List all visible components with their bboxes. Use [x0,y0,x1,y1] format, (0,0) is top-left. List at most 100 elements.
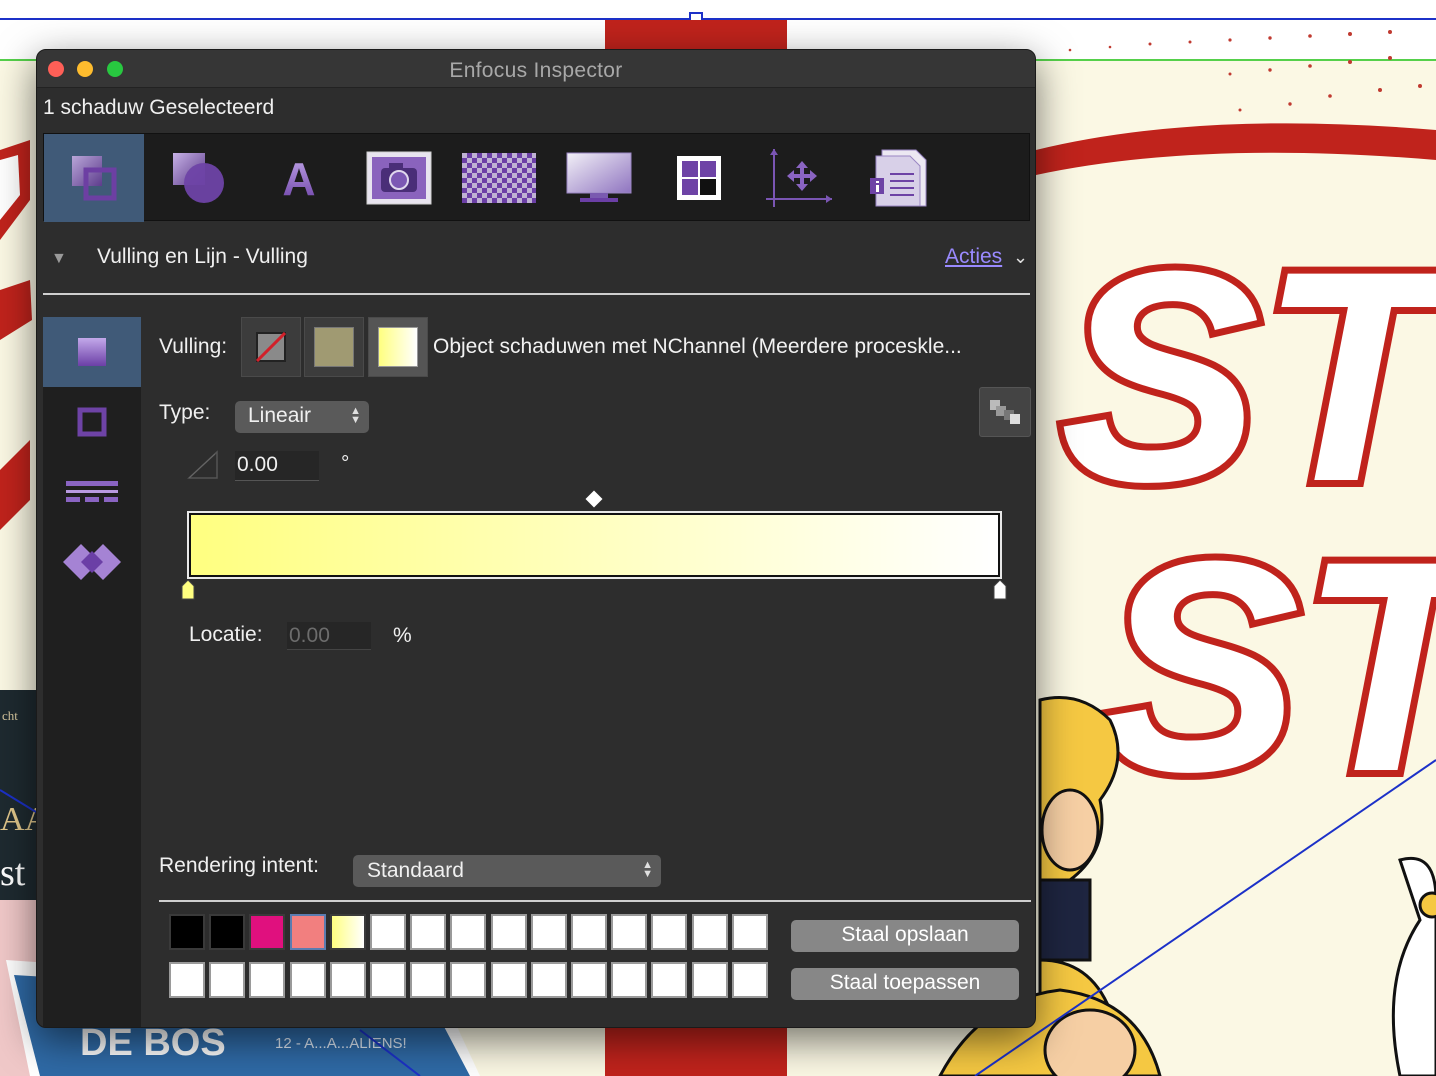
swatch-cell[interactable] [330,914,366,950]
swatch-cell[interactable] [330,962,366,998]
side-text-2: st [0,852,26,894]
swatch-cell[interactable] [611,962,647,998]
camera-icon [366,151,432,205]
fill-none-button[interactable] [241,317,301,377]
angle-unit: ° [341,452,350,475]
toolbar-transparency[interactable] [449,134,549,222]
swatch-cell[interactable] [410,962,446,998]
title-bar[interactable]: Enfocus Inspector [37,50,1035,88]
sidetab-overprint[interactable] [43,527,141,597]
location-field[interactable]: 0.00 [287,622,371,650]
toolbar-swatches[interactable] [649,134,749,222]
swatch-cell[interactable] [410,914,446,950]
position-icon [766,149,832,207]
swatch-cell[interactable] [611,914,647,950]
section-divider [43,293,1030,295]
gradient-stop-start[interactable] [181,580,195,600]
fill-stroke-icon [72,156,117,201]
location-label: Locatie: [189,623,263,646]
monitor-icon [566,152,632,202]
swatch-cell[interactable] [249,914,285,950]
gradient-midpoint-handle[interactable] [585,490,603,508]
transparency-icon [462,153,536,203]
swatch-cell[interactable] [290,914,326,950]
swatch-cell[interactable] [491,962,527,998]
section-disclosure-icon[interactable]: ▼ [51,250,67,268]
swatch-divider [159,900,1031,902]
swatch-cell[interactable] [290,962,326,998]
gradient-ramp[interactable] [187,511,1002,579]
toolbar-image[interactable] [349,134,449,222]
swatch-cell[interactable] [531,914,567,950]
fill-gradient-button[interactable] [368,317,428,377]
type-value: Lineair [248,404,312,427]
rendering-intent-label: Rendering intent: [159,854,319,877]
swatch-cell[interactable] [169,962,205,998]
updown-arrows-icon: ▲ ▼ [350,405,361,426]
apply-swatch-button[interactable]: Staal toepassen [791,968,1019,1000]
toolbar-fill-stroke[interactable] [44,134,144,222]
swatch-cell[interactable] [450,914,486,950]
fill-solid-button[interactable] [304,317,364,377]
swatch-cell[interactable] [692,914,728,950]
updown-arrows-icon: ▲ ▼ [642,859,653,880]
swatch-cell[interactable] [209,962,245,998]
gradient-blend-icon [990,400,1020,424]
sidetab-stroke[interactable] [43,387,141,457]
toolbar-position[interactable] [749,134,849,222]
window-title: Enfocus Inspector [449,59,623,82]
toolbar-text[interactable]: A [249,134,349,222]
gradient-mode-button[interactable] [979,387,1031,437]
swatch-grid [169,914,773,1002]
gradient-swatch [378,327,418,367]
headline-bottom: ST [1100,498,1436,834]
selection-status: 1 schaduw Geselecteerd [43,96,275,119]
angle-field[interactable]: 0.00 [235,451,319,481]
fill-label: Vulling: [159,335,228,358]
shapes-icon [173,153,224,203]
stroke-square-icon [77,407,107,437]
type-select[interactable]: Lineair ▲ ▼ [235,401,369,433]
fill-stroke-sidetabs [43,317,141,1027]
toolbar-document-info[interactable] [849,134,949,222]
sidetab-fill[interactable] [43,317,141,387]
swatch-cell[interactable] [370,914,406,950]
type-label: Type: [159,401,211,424]
swatch-cell[interactable] [651,962,687,998]
save-swatch-button[interactable]: Staal opslaan [791,920,1019,952]
dash-pattern-icon [66,481,118,502]
angle-icon [187,450,218,479]
cover-title: DE BOS [80,1022,226,1064]
swatch-cell[interactable] [450,962,486,998]
swatch-cell[interactable] [370,962,406,998]
swatch-cell[interactable] [169,914,205,950]
chevron-down-icon[interactable]: ⌄ [1013,247,1028,268]
swatch-cell[interactable] [651,914,687,950]
swatch-cell[interactable] [732,962,768,998]
solid-swatch [314,327,354,367]
document-info-icon [870,149,927,207]
join-overlap-icon [63,544,121,580]
swatch-cell[interactable] [692,962,728,998]
swatch-cell[interactable] [732,914,768,950]
rendering-intent-select[interactable]: Standaard ▲ ▼ [353,855,661,887]
swatch-cell[interactable] [571,962,607,998]
swatch-cell[interactable] [531,962,567,998]
fill-name: Object schaduwen met NChannel (Meerdere … [433,335,962,358]
fill-square-icon [78,338,106,366]
category-toolbar: A [43,133,1030,222]
sidetab-dash[interactable] [43,457,141,527]
swatch-cell[interactable] [249,962,285,998]
section-title: Vulling en Lijn - Vulling [97,245,308,268]
inspector-window: Enfocus Inspector 1 schaduw Geselecteerd… [36,49,1036,1028]
toolbar-shapes[interactable] [149,134,249,222]
side-text-1: cht [2,708,18,723]
swatch-cell[interactable] [491,914,527,950]
gradient-stop-end[interactable] [993,580,1007,600]
no-fill-icon [256,332,286,362]
swatch-cell[interactable] [209,914,245,950]
toolbar-preview[interactable] [549,134,649,222]
color-swatches-icon [677,156,721,200]
actions-menu-link[interactable]: Acties [945,245,1002,269]
swatch-cell[interactable] [571,914,607,950]
